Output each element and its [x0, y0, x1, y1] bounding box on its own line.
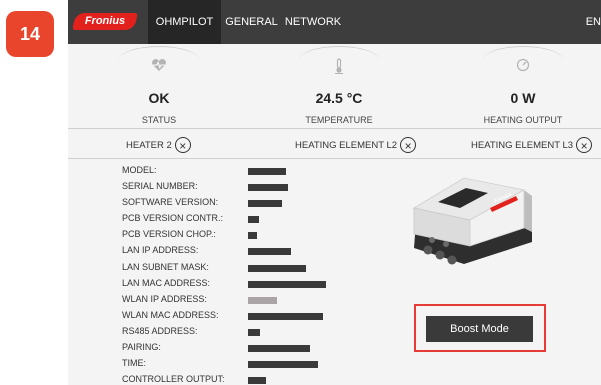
- info-label-pcb-version-chop: PCB VERSION CHOP.:: [122, 229, 216, 239]
- redacted-value: [248, 184, 288, 191]
- tab-ohmpilot[interactable]: OHMPILOT: [148, 0, 221, 44]
- thermometer-icon: [331, 58, 347, 74]
- redacted-value: [248, 377, 266, 384]
- logo-text: Fronius: [84, 15, 126, 27]
- redacted-value: [248, 281, 326, 288]
- redacted-value: [248, 297, 277, 304]
- info-label-lan-ip-address: LAN IP ADDRESS:: [122, 245, 199, 255]
- redacted-value: [248, 248, 291, 255]
- heating-element-l3-close-icon[interactable]: ×: [576, 137, 593, 153]
- status-label: STATUS: [141, 115, 177, 125]
- heating-output-value: 0 W: [510, 90, 536, 106]
- redacted-value: [248, 345, 310, 352]
- heating-element-l2-label: HEATING ELEMENT L2: [295, 139, 398, 151]
- ohmpilot-web-interface: Fronius OHMPILOT GENERAL NETWORK EN OK S…: [68, 0, 601, 385]
- heater-2-label: HEATER 2: [126, 139, 172, 151]
- heating-element-l2-item: HEATING ELEMENT L2 ×: [295, 135, 417, 155]
- redacted-value: [248, 361, 318, 368]
- ohmpilot-device-image: Fronius: [408, 162, 536, 272]
- info-label-wlan-mac-address: WLAN MAC ADDRESS:: [122, 310, 219, 320]
- info-label-rs485-address: RS485 ADDRESS:: [122, 326, 198, 336]
- divider-top: [68, 128, 601, 129]
- redacted-value: [248, 232, 257, 239]
- redacted-value: [248, 168, 286, 175]
- redacted-value: [248, 265, 306, 272]
- heater-2-close-icon[interactable]: ×: [174, 137, 191, 153]
- info-label-model: MODEL:: [122, 165, 157, 175]
- heating-element-l2-close-icon[interactable]: ×: [400, 137, 417, 153]
- tab-network[interactable]: NETWORK: [283, 0, 343, 44]
- redacted-value: [248, 329, 260, 336]
- info-label-wlan-ip-address: WLAN IP ADDRESS:: [122, 294, 207, 304]
- boost-mode-button[interactable]: Boost Mode: [426, 316, 533, 342]
- heating-element-l3-item: HEATING ELEMENT L3 ×: [471, 135, 593, 155]
- info-label-serial-number: SERIAL NUMBER:: [122, 181, 198, 191]
- info-label-pcb-version-contr: PCB VERSION CONTR.:: [122, 213, 224, 223]
- gauge-icon: [515, 58, 531, 74]
- info-label-pairing: PAIRING:: [122, 342, 161, 352]
- language-selector[interactable]: EN: [586, 0, 601, 44]
- heating-element-l3-label: HEATING ELEMENT L3: [471, 139, 574, 151]
- temperature-label: TEMPERATURE: [305, 115, 373, 125]
- step-number-badge: 14: [6, 11, 54, 57]
- redacted-value: [248, 216, 259, 223]
- fronius-logo: Fronius: [72, 13, 138, 30]
- temperature-value: 24.5 °C: [315, 90, 363, 106]
- heater-2-item: HEATER 2 ×: [126, 135, 191, 155]
- heartbeat-icon: [151, 58, 167, 74]
- divider-bottom: [68, 158, 601, 159]
- redacted-value: [248, 313, 323, 320]
- info-label-software-version: SOFTWARE VERSION:: [122, 197, 219, 207]
- top-navigation-bar: Fronius OHMPILOT GENERAL NETWORK EN: [68, 0, 601, 44]
- info-label-controller-output: CONTROLLER OUTPUT:: [122, 374, 225, 384]
- status-value: OK: [148, 90, 170, 106]
- heating-output-label: HEATING OUTPUT: [483, 115, 563, 125]
- info-label-time: TIME:: [122, 358, 146, 368]
- info-label-lan-subnet-mask: LAN SUBNET MASK:: [122, 262, 209, 272]
- info-label-lan-mac-address: LAN MAC ADDRESS:: [122, 278, 211, 288]
- redacted-value: [248, 200, 282, 207]
- tab-general[interactable]: GENERAL: [223, 0, 280, 44]
